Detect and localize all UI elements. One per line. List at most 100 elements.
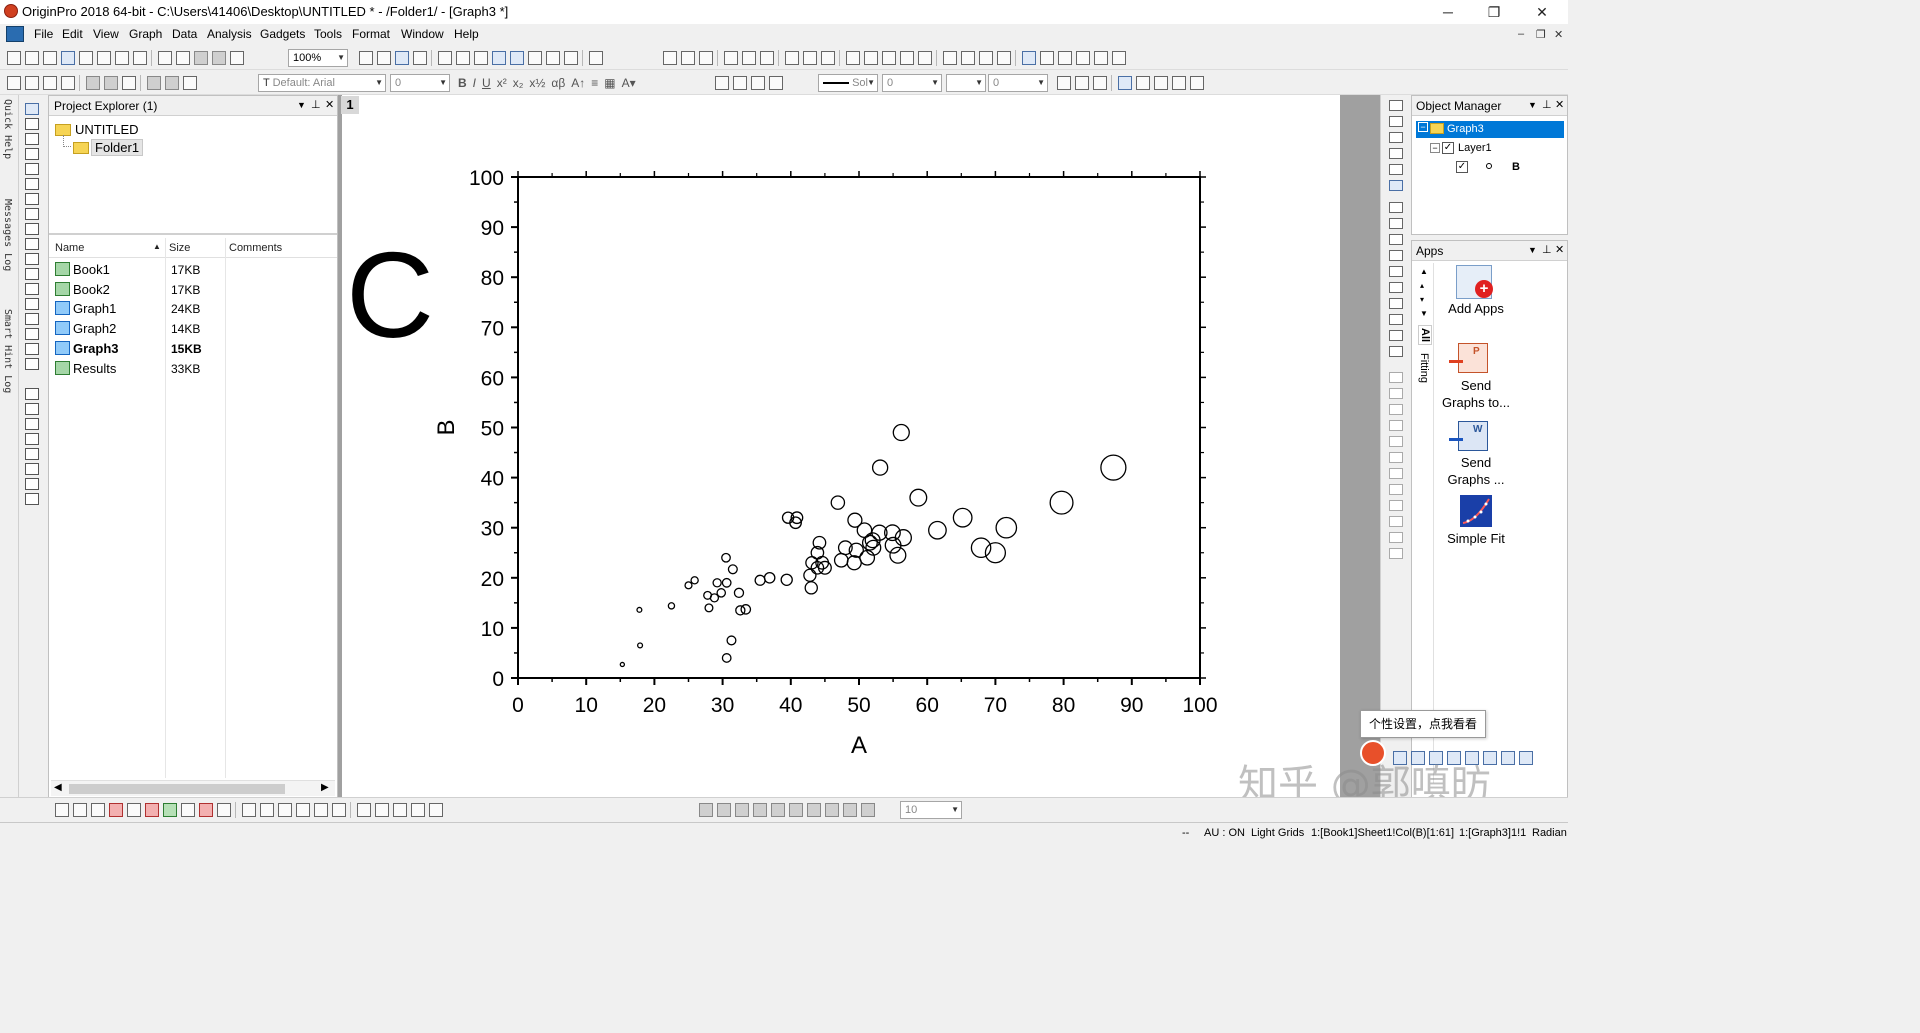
align-5-strip-icon[interactable] bbox=[1389, 436, 1403, 447]
menu-analysis[interactable]: Analysis bbox=[207, 27, 252, 41]
plot-checkbox[interactable]: ✓ bbox=[1456, 161, 1468, 173]
panel-dropdown-icon[interactable]: ▼ bbox=[297, 100, 306, 110]
align-button[interactable]: ≡ bbox=[591, 76, 598, 90]
status-autoupdate[interactable]: AU : ON bbox=[1204, 827, 1245, 839]
layer-4-strip-icon[interactable] bbox=[1389, 250, 1403, 261]
insert-image-icon[interactable] bbox=[25, 328, 39, 340]
panel-dropdown-icon[interactable]: ▼ bbox=[1528, 100, 1537, 110]
scatter-point[interactable] bbox=[1049, 490, 1074, 515]
send-graphs-word-label-2[interactable]: Graphs ... bbox=[1436, 472, 1516, 487]
simple-fit-icon[interactable] bbox=[1460, 495, 1492, 527]
rescale-icon[interactable] bbox=[492, 51, 506, 65]
table-tool-icon[interactable] bbox=[25, 448, 39, 460]
code-builder-icon[interactable] bbox=[395, 51, 409, 65]
tree-folder1[interactable]: Folder1 bbox=[91, 139, 144, 156]
arrow-tool-icon[interactable] bbox=[25, 253, 39, 265]
file-row-graph1[interactable]: Graph1 24KB bbox=[49, 299, 337, 318]
align-12-strip-icon[interactable] bbox=[1389, 548, 1403, 559]
y-tick-label[interactable]: 40 bbox=[481, 468, 504, 491]
app-2-icon[interactable] bbox=[1040, 51, 1054, 65]
save-template-icon[interactable] bbox=[212, 51, 226, 65]
zoom-window-icon[interactable] bbox=[510, 51, 524, 65]
import-multiple-icon[interactable] bbox=[25, 76, 39, 90]
scatter-point[interactable] bbox=[803, 568, 817, 582]
lock-icon[interactable] bbox=[1190, 76, 1204, 90]
scatter-point[interactable] bbox=[995, 516, 1018, 539]
collapse-icon[interactable]: − bbox=[1430, 143, 1440, 153]
import-excel-icon[interactable] bbox=[43, 76, 57, 90]
maximize-button[interactable]: ❐ bbox=[1480, 2, 1508, 22]
x-tick-label[interactable]: 80 bbox=[1052, 694, 1075, 717]
column-plot-icon[interactable] bbox=[724, 51, 738, 65]
mdi-close-button[interactable]: ✕ bbox=[1554, 28, 1563, 41]
tray-icon-8[interactable] bbox=[1519, 751, 1533, 765]
scatter-point[interactable] bbox=[667, 602, 676, 610]
text-tool-icon[interactable] bbox=[25, 223, 39, 235]
scatter-chart[interactable]: C 0 10 20 30 40 50 60 70 80 90 100 0 10 20 30 40 50 60 70 80… bbox=[342, 95, 1340, 800]
open-excel-icon[interactable] bbox=[176, 51, 190, 65]
import-single-icon[interactable] bbox=[7, 76, 21, 90]
superscript-button[interactable]: x² bbox=[497, 76, 507, 90]
app-3-icon[interactable] bbox=[1058, 51, 1072, 65]
matrix-plot-icon[interactable] bbox=[296, 803, 310, 817]
font-size-combo[interactable]: 0 ▼ bbox=[390, 74, 450, 92]
collapse-icon[interactable]: − bbox=[1418, 122, 1428, 132]
bottom-zoom-combo[interactable]: 10 ▼ bbox=[900, 801, 962, 819]
app-6-icon[interactable] bbox=[1112, 51, 1126, 65]
panel-close-icon[interactable]: ✕ bbox=[325, 98, 334, 111]
rescale-strip-icon[interactable] bbox=[1389, 100, 1403, 111]
file-row-book1[interactable]: Book1 17KB bbox=[49, 260, 337, 279]
annotation-icon[interactable] bbox=[25, 238, 39, 250]
tab-all[interactable]: All bbox=[1418, 325, 1432, 346]
new-excel-icon[interactable] bbox=[43, 51, 57, 65]
status-angle-unit[interactable]: Radian bbox=[1532, 827, 1567, 839]
scatter-point[interactable] bbox=[712, 578, 722, 588]
new-function-icon[interactable] bbox=[97, 51, 111, 65]
column-comments-header[interactable]: Comments bbox=[229, 242, 282, 254]
scatter-point[interactable] bbox=[704, 603, 714, 613]
align-vcenter-icon[interactable] bbox=[771, 803, 785, 817]
x-function-icon[interactable] bbox=[25, 463, 39, 475]
y-tick-label[interactable]: 30 bbox=[481, 518, 504, 541]
y-tick-label[interactable]: 20 bbox=[481, 568, 504, 591]
align-left-icon[interactable] bbox=[699, 803, 713, 817]
scroll-up-small-icon[interactable]: ▴ bbox=[1420, 281, 1424, 290]
menu-edit[interactable]: Edit bbox=[62, 27, 83, 41]
app-5-icon[interactable] bbox=[1094, 51, 1108, 65]
bold-button[interactable]: B bbox=[458, 76, 467, 90]
horizontal-scrollbar[interactable]: ◀ ▶ bbox=[51, 780, 335, 796]
new-notes-icon[interactable] bbox=[133, 51, 147, 65]
tree-graph3[interactable]: − Graph3 bbox=[1416, 121, 1564, 138]
frame-4-strip-icon[interactable] bbox=[1389, 314, 1403, 325]
new-matrix-icon[interactable] bbox=[79, 51, 93, 65]
filter-icon[interactable] bbox=[785, 51, 799, 65]
scatter-point[interactable] bbox=[909, 488, 928, 507]
scatter-point[interactable] bbox=[871, 459, 889, 476]
layer-icon-icon[interactable] bbox=[25, 433, 39, 445]
table-icon[interactable] bbox=[1093, 76, 1107, 90]
minimize-button[interactable]: ─ bbox=[1434, 2, 1462, 22]
scatter-point[interactable] bbox=[684, 581, 693, 590]
menu-file[interactable]: File bbox=[34, 27, 53, 41]
scatter-point[interactable] bbox=[970, 537, 992, 559]
add-apps-icon[interactable]: + bbox=[1456, 265, 1493, 299]
results-log-icon[interactable] bbox=[438, 51, 452, 65]
panel-close-icon[interactable]: ✕ bbox=[1555, 98, 1564, 111]
settings-tooltip[interactable]: 个性设置，点我看看 bbox=[1360, 710, 1486, 738]
send-graphs-ppt-label-2[interactable]: Graphs to... bbox=[1436, 395, 1516, 410]
add-text-icon[interactable] bbox=[413, 51, 427, 65]
line-color-icon[interactable] bbox=[751, 76, 765, 90]
new-legend-icon[interactable] bbox=[25, 388, 39, 400]
frame-6-strip-icon[interactable] bbox=[1389, 346, 1403, 357]
pin-icon[interactable]: ⊥ bbox=[311, 98, 321, 111]
x-tick-label[interactable]: 10 bbox=[575, 694, 598, 717]
send-graphs-ppt-label-1[interactable]: Send bbox=[1436, 378, 1516, 393]
scatter-point[interactable] bbox=[740, 604, 752, 615]
scatter-point[interactable] bbox=[754, 574, 766, 586]
align-hcenter-icon[interactable] bbox=[789, 803, 803, 817]
color-icon[interactable] bbox=[564, 51, 578, 65]
supersub-button[interactable]: x½ bbox=[529, 76, 545, 90]
scatter-point[interactable] bbox=[884, 536, 902, 554]
open-icon[interactable] bbox=[158, 51, 172, 65]
x-tick-label[interactable]: 50 bbox=[847, 694, 870, 717]
